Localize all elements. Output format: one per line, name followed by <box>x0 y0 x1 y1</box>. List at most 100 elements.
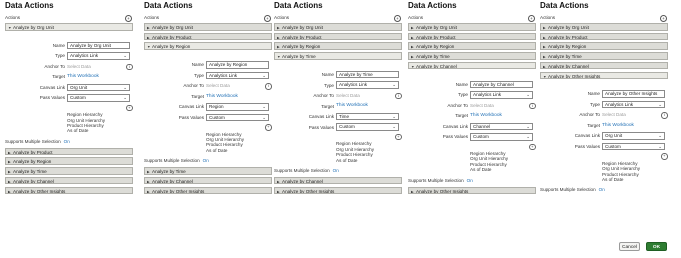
action-row[interactable]: ▶ Analyze by Org Unit <box>540 23 668 31</box>
label-anchor-to: Anchor To <box>447 102 468 108</box>
anchor-to-select[interactable]: Select Data <box>336 93 360 98</box>
label-target: Target <box>321 103 334 109</box>
type-select-value: Analytics Link <box>209 72 238 78</box>
supports-multiple-toggle[interactable]: On <box>467 178 473 183</box>
canvas-link-select[interactable]: Region ⌄ <box>206 103 269 111</box>
info-icon: i <box>529 102 536 109</box>
action-row[interactable]: ▶ Analyze by Channel <box>274 176 402 185</box>
add-action-icon[interactable]: + <box>660 14 667 22</box>
canvas-link-select[interactable]: Org Unit ⌄ <box>67 83 130 92</box>
action-row[interactable]: ▶ Analyze by Channel <box>144 176 272 185</box>
anchor-to-select[interactable]: Select Data <box>602 112 626 117</box>
canvas-link-select[interactable]: Channel ⌄ <box>470 122 533 130</box>
target-link[interactable]: This Workbook <box>336 103 368 108</box>
action-row[interactable]: ▶ Analyze by Product <box>540 32 668 41</box>
action-row[interactable]: ▶ Analyze by Product <box>408 32 536 41</box>
name-input[interactable]: Analyze by Channel <box>470 80 533 88</box>
action-row-expanded[interactable]: ▼Analyze by Org Unit <box>5 23 133 31</box>
type-select[interactable]: Analytics Link ⌄ <box>67 52 130 60</box>
label-name: Name <box>321 72 334 77</box>
action-row-expanded[interactable]: ▼Analyze by Region <box>144 42 272 50</box>
action-row[interactable]: ▶ Analyze by Other Insights <box>274 186 402 194</box>
pass-values-select[interactable]: Custom ⌄ <box>470 133 533 141</box>
add-action-icon[interactable]: + <box>264 14 271 22</box>
add-hierarchy-icon[interactable]: + <box>265 124 272 131</box>
action-row[interactable]: ▶ Analyze by Channel <box>5 176 133 185</box>
pass-values-value: Custom <box>473 134 489 139</box>
canvas-link-select[interactable]: Org Unit ⌄ <box>602 132 665 140</box>
pass-values-select[interactable]: Custom ⌄ <box>206 113 269 122</box>
type-select[interactable]: Analytics Link ⌄ <box>206 71 269 80</box>
action-row[interactable]: ▶ Analyze by Other Insights <box>408 186 536 194</box>
add-action-icon[interactable]: + <box>394 14 401 22</box>
anchor-to-select[interactable]: Select Data <box>67 64 91 69</box>
target-link[interactable]: This Workbook <box>206 94 238 99</box>
add-hierarchy-icon[interactable]: + <box>661 153 668 160</box>
canvas-link-value: Channel <box>473 123 491 129</box>
target-link[interactable]: This Workbook <box>602 123 634 128</box>
pass-values-select[interactable]: Custom ⌄ <box>602 142 665 151</box>
data-actions-panel-3: Data Actions Actions + ▶ Analyze by Org Unit… <box>274 0 402 258</box>
action-row-expanded[interactable]: ▼Analyze by Channel <box>408 61 536 70</box>
supports-multiple-toggle[interactable]: On <box>333 168 339 173</box>
action-row[interactable]: ▶ Analyze by Time <box>5 167 133 175</box>
action-row[interactable]: ▶ Analyze by Org Unit <box>274 23 402 31</box>
action-row[interactable]: ▶ Analyze by Product <box>144 32 272 41</box>
action-row[interactable]: ▶ Analyze by Time <box>144 167 272 175</box>
supports-multiple-label: Supports Multiple Selection <box>408 177 464 183</box>
target-link[interactable]: This Workbook <box>67 74 99 79</box>
anchor-to-select[interactable]: Select Data <box>206 83 230 88</box>
add-action-icon[interactable]: + <box>125 14 132 22</box>
action-row[interactable]: ▶ Analyze by Region <box>5 157 133 165</box>
anchor-to-select[interactable]: Select Data <box>470 103 494 108</box>
row-label: Analyze by Region <box>548 44 587 50</box>
name-input[interactable]: Analyze by Other Insights <box>602 90 665 98</box>
canvas-link-select[interactable]: Time ⌄ <box>336 112 399 121</box>
pass-values-select[interactable]: Custom ⌄ <box>67 94 130 102</box>
action-row[interactable]: ▶ Analyze by Region <box>274 42 402 50</box>
cancel-button[interactable]: Cancel <box>619 242 640 251</box>
add-hierarchy-icon[interactable]: + <box>395 133 402 141</box>
action-row[interactable]: ▶ Analyze by Other Insights <box>5 186 133 194</box>
row-label: Analyze by Other Insights <box>282 188 335 194</box>
type-select[interactable]: Analytics Link ⌄ <box>336 81 399 89</box>
action-row[interactable]: ▶ Analyze by Region <box>408 42 536 50</box>
action-row[interactable]: ▶ Analyze by Channel <box>540 61 668 70</box>
label-name: Name <box>455 81 468 87</box>
target-link[interactable]: This Workbook <box>470 113 502 118</box>
action-row[interactable]: ▶ Analyze by Time <box>540 52 668 60</box>
type-select[interactable]: Analytics Link ⌄ <box>602 100 665 109</box>
add-hierarchy-icon[interactable]: + <box>529 143 536 150</box>
chevron-down-icon: ⌄ <box>262 114 266 120</box>
supports-multiple-selection: Supports Multiple Selection On <box>274 168 339 173</box>
action-row[interactable]: ▶ Analyze by Product <box>274 32 402 41</box>
add-hierarchy-icon[interactable]: + <box>126 104 133 112</box>
hierarchy-list: Region Hierarchy Org Unit Hierarchy Produc… <box>470 151 508 173</box>
panel-title: Data Actions <box>408 1 457 10</box>
chevron-down-icon: ⌄ <box>392 124 396 130</box>
name-input[interactable]: Analyze by Region <box>206 61 269 69</box>
supports-multiple-toggle[interactable]: On <box>64 139 70 144</box>
ok-button[interactable]: OK <box>646 242 667 251</box>
action-row-expanded[interactable]: ▼Analyze by Other Insights <box>540 71 668 79</box>
actions-label: Actions <box>408 15 424 20</box>
hierarchy-list: Region Hierarchy Org Unit Hierarchy Produc… <box>336 141 374 163</box>
hierarchy-item: As of Date <box>67 128 89 134</box>
type-select[interactable]: Analytics Link ⌄ <box>470 91 533 99</box>
action-row[interactable]: ▶ Analyze by Time <box>408 52 536 60</box>
name-input[interactable]: Analyze by Org Unit <box>67 41 130 50</box>
action-row-expanded[interactable]: ▼Analyze by Time <box>274 52 402 60</box>
supports-multiple-toggle[interactable]: On <box>599 187 605 192</box>
row-label: Analyze by Channel <box>13 178 54 184</box>
supports-multiple-toggle[interactable]: On <box>203 158 209 163</box>
action-row[interactable]: ▶ Analyze by Other Insights <box>144 186 272 194</box>
row-label: Analyze by Time <box>548 54 582 60</box>
action-row[interactable]: ▶ Analyze by Org Unit <box>408 23 536 31</box>
action-row[interactable]: ▶ Analyze by Product <box>5 147 133 156</box>
actions-label: Actions <box>274 15 290 20</box>
action-row[interactable]: ▶ Analyze by Org Unit <box>144 23 272 31</box>
action-row[interactable]: ▶ Analyze by Region <box>540 42 668 50</box>
pass-values-select[interactable]: Custom ⌄ <box>336 123 399 131</box>
add-action-icon[interactable]: + <box>528 14 535 22</box>
name-input[interactable]: Analyze by Time <box>336 70 399 79</box>
